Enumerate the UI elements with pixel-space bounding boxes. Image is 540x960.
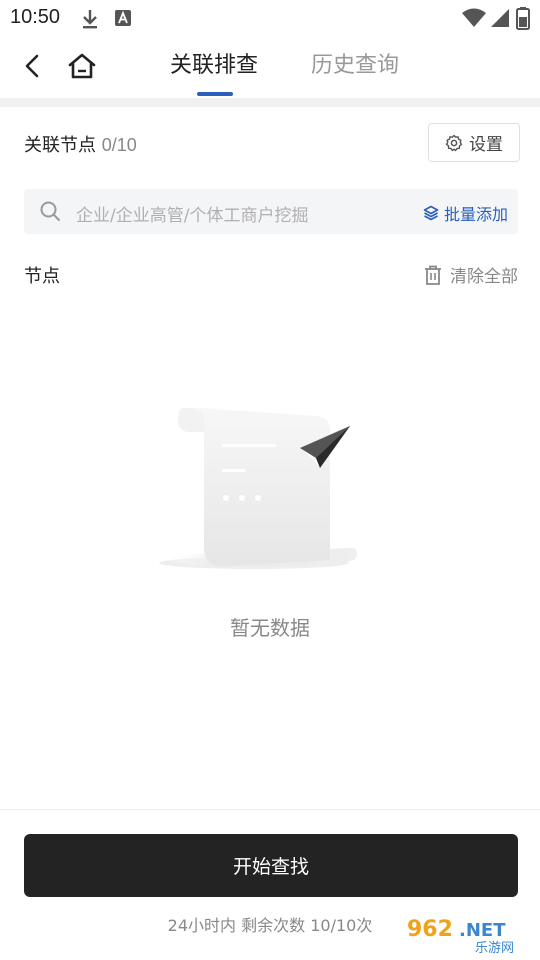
trash-icon bbox=[425, 265, 441, 285]
node-count: 0/10 bbox=[101, 135, 137, 155]
empty-state-text: 暂无数据 bbox=[230, 616, 310, 640]
clear-all-label: 清除全部 bbox=[450, 267, 518, 287]
settings-button[interactable]: 设置 bbox=[428, 123, 520, 162]
section-divider bbox=[0, 98, 540, 107]
active-tab-indicator bbox=[197, 92, 233, 96]
keyboard-a-icon bbox=[114, 8, 132, 32]
top-nav: 关联排查 历史查询 bbox=[0, 36, 540, 98]
chevron-left-icon bbox=[25, 54, 39, 78]
nodes-label: 节点 bbox=[24, 266, 60, 287]
clear-all-button[interactable]: 清除全部 bbox=[423, 262, 518, 287]
batch-add-button[interactable]: 批量添加 bbox=[423, 201, 508, 225]
start-search-button[interactable]: 开始查找 bbox=[24, 834, 518, 897]
associated-nodes-label: 关联节点 bbox=[24, 135, 96, 156]
svg-text:乐游网: 乐游网 bbox=[475, 941, 514, 956]
wifi-icon bbox=[461, 7, 487, 33]
svg-text:962: 962 bbox=[407, 917, 453, 942]
signal-icon bbox=[489, 7, 511, 33]
empty-state-illustration bbox=[154, 400, 359, 575]
settings-label: 设置 bbox=[469, 135, 503, 155]
search-icon bbox=[39, 200, 61, 226]
layers-icon bbox=[423, 205, 439, 221]
battery-icon bbox=[516, 6, 530, 34]
svg-text:.NET: .NET bbox=[459, 920, 506, 941]
gear-icon bbox=[445, 134, 463, 151]
footer-divider bbox=[0, 809, 540, 810]
status-bar: 10:50 bbox=[0, 0, 540, 36]
batch-add-label: 批量添加 bbox=[443, 205, 508, 224]
tab-association-check[interactable]: 关联排查 bbox=[170, 50, 258, 84]
back-button[interactable] bbox=[18, 50, 46, 82]
search-input[interactable]: 企业/企业高管/个体工商户挖掘 批量添加 bbox=[24, 189, 518, 234]
associated-nodes-title: 关联节点 0/10 bbox=[24, 131, 137, 157]
home-icon bbox=[68, 53, 96, 79]
watermark-logo: 962 .NET 乐游网 bbox=[401, 912, 535, 956]
home-button[interactable] bbox=[64, 48, 100, 84]
tab-history-query[interactable]: 历史查询 bbox=[311, 50, 399, 84]
download-icon bbox=[80, 8, 100, 34]
search-placeholder: 企业/企业高管/个体工商户挖掘 bbox=[76, 206, 309, 226]
status-time: 10:50 bbox=[10, 6, 61, 28]
